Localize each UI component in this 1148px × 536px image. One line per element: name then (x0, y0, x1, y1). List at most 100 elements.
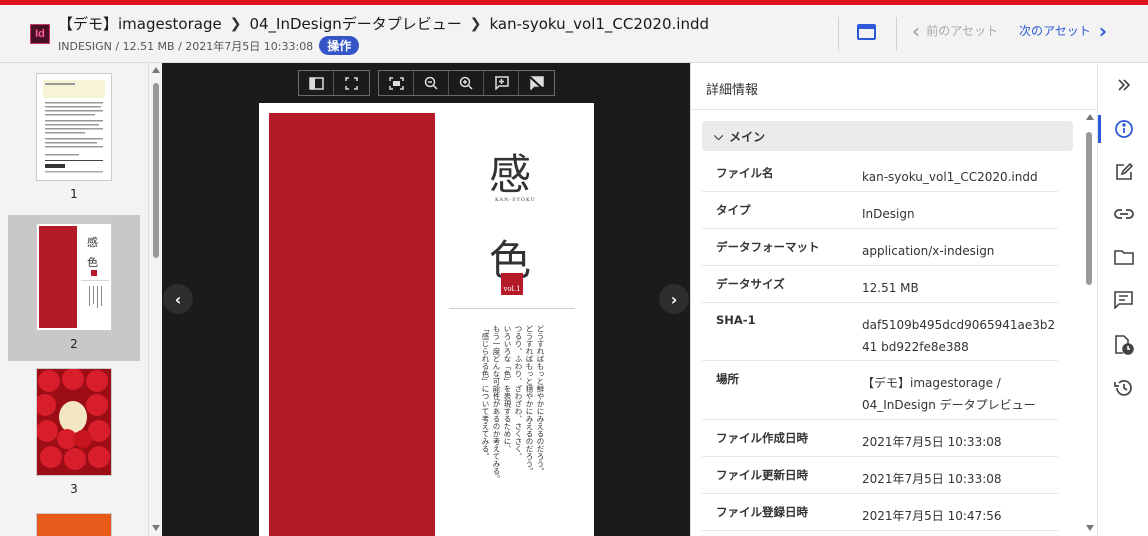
cover-subtitle: KAN-SYOKU (495, 197, 536, 203)
breadcrumb: 【デモ】imagestorage ❯ 04_InDesignデータプレビュー ❯… (58, 13, 709, 34)
next-page-button[interactable]: › (659, 284, 689, 314)
section-title: メイン (729, 129, 766, 144)
details-scrollbar[interactable] (1083, 110, 1097, 536)
sidebar-toggle-icon[interactable] (299, 71, 334, 95)
scrollbar-thumb[interactable] (153, 83, 159, 258)
detail-key: データサイズ (716, 277, 785, 291)
detail-row: データサイズ 12.51 MB (702, 266, 1058, 303)
detail-row: SHA-1 daf5109b495dcd9065941ae3b241 bd922… (702, 303, 1058, 361)
page-thumbnail-4[interactable] (8, 513, 140, 536)
vertical-text-line: つるり、ふわり、ざわざわ、さくさく、 (514, 325, 523, 460)
indesign-file-icon: Id (30, 24, 50, 44)
info-icon[interactable] (1098, 115, 1148, 143)
history-icon[interactable] (1098, 374, 1148, 402)
toolbar-group-view (298, 70, 370, 96)
detail-row: 場所 【デモ】imagestorage / 04_InDesign データプレビ… (702, 361, 1058, 420)
detail-row: ファイル登録日時 2021年7月5日 10:47:56 (702, 494, 1058, 531)
detail-key: ファイル名 (716, 166, 774, 180)
link-icon[interactable] (1098, 200, 1148, 228)
details-panel: 詳細情報 ⌵ メイン ファイル名 kan-syoku_vol1_CC2020.i… (690, 63, 1097, 536)
page-thumbnail-1[interactable]: 1 (8, 73, 140, 213)
zoom-out-icon[interactable] (414, 71, 449, 95)
vertical-text-line: 「感じられる色」について考えてみる。 (481, 325, 490, 460)
detail-row: ファイル名 kan-syoku_vol1_CC2020.indd (702, 155, 1058, 192)
apples-image (34, 368, 111, 475)
fit-page-icon[interactable] (379, 71, 414, 95)
detail-key: 場所 (716, 372, 739, 386)
detail-key: SHA-1 (716, 313, 756, 327)
panel-layout-icon[interactable] (857, 24, 876, 40)
folder-icon[interactable] (1098, 243, 1148, 271)
chevron-left-icon: ‹ (912, 18, 921, 43)
comment-icon[interactable] (1098, 286, 1148, 314)
viewer-toolbar (298, 70, 555, 96)
thumbnail-scrollbar[interactable] (148, 63, 162, 536)
volume-badge: vol.1 (501, 273, 523, 295)
cover-kanji-top: 感 (489, 150, 532, 199)
svg-text:感: 感 (87, 236, 98, 249)
add-comment-icon[interactable] (484, 71, 519, 95)
detail-row: データフォーマット application/x-indesign (702, 229, 1058, 266)
scroll-down-icon[interactable] (152, 525, 160, 531)
cover-page-preview: 感 色 (39, 226, 109, 328)
chevron-right-icon: › (670, 289, 678, 309)
red-block (269, 113, 435, 536)
section-main-toggle[interactable]: ⌵ メイン (702, 121, 1073, 151)
toolbar-group-zoom (378, 70, 555, 96)
detail-key: タイプ (716, 203, 751, 217)
detail-key: ファイル更新日時 (716, 468, 808, 482)
next-asset-button[interactable]: 次のアセット › (1019, 18, 1108, 43)
prev-asset-label: 前のアセット (926, 24, 999, 38)
asset-meta-text: INDESIGN / 12.51 MB / 2021年7月5日 10:33:08 (58, 39, 314, 53)
page-number: 2 (70, 337, 78, 351)
divider (691, 109, 1097, 110)
detail-value: kan-syoku_vol1_CC2020.indd (862, 170, 1038, 184)
detail-row: タイプ InDesign (702, 192, 1058, 229)
breadcrumb-folder[interactable]: 04_InDesignデータプレビュー (249, 13, 461, 34)
vertical-text-line: もう一度どんな可能性があるのか考えてみる。 (492, 325, 501, 483)
collapse-panel-icon[interactable] (1098, 71, 1148, 99)
scroll-down-icon[interactable] (1086, 525, 1094, 531)
chevron-left-icon: ‹ (174, 289, 182, 309)
page-number: 3 (70, 482, 78, 496)
divider (896, 17, 897, 51)
zoom-in-icon[interactable] (449, 71, 484, 95)
detail-value: InDesign (862, 207, 915, 221)
document-page: 感 KAN-SYOKU 色 vol.1 どうすればもっと鮮やかにみえるのだろう。… (259, 103, 594, 536)
page-thumbnail-image (36, 513, 112, 536)
divider (449, 308, 575, 309)
page-number: 1 (70, 187, 78, 201)
detail-row: ファイル作成日時 2021年7月5日 10:33:08 (702, 420, 1058, 457)
details-title: 詳細情報 (706, 83, 759, 98)
detail-value: daf5109b495dcd9065941ae3b241 bd922fe8e38… (862, 318, 1056, 354)
scroll-up-icon[interactable] (1086, 114, 1094, 120)
previous-page-button[interactable]: ‹ (163, 284, 193, 314)
edit-icon[interactable] (1098, 158, 1148, 186)
fullscreen-icon[interactable] (334, 71, 369, 95)
page-thumbnail-list: 1 感 色 2 3 (0, 63, 148, 536)
page-thumbnail-2[interactable]: 感 色 2 (8, 215, 140, 361)
page-thumbnail-image (36, 73, 112, 181)
scroll-up-icon[interactable] (152, 67, 160, 73)
hide-comments-icon[interactable] (519, 71, 554, 95)
prev-asset-button[interactable]: ‹ 前のアセット (912, 18, 999, 43)
operations-button[interactable]: 操作 (319, 36, 360, 55)
detail-value: 12.51 MB (862, 281, 919, 295)
chevron-right-icon: ❯ (469, 15, 482, 32)
asset-header: Id 【デモ】imagestorage ❯ 04_InDesignデータプレビュ… (0, 5, 1148, 63)
page-thumbnail-3[interactable]: 3 (8, 368, 140, 508)
scrollbar-thumb[interactable] (1086, 132, 1092, 285)
detail-value: 【デモ】imagestorage / 04_InDesign データプレビュー (862, 376, 1036, 412)
detail-value: 2021年7月5日 10:33:08 (862, 472, 1002, 486)
next-asset-label: 次のアセット (1019, 24, 1091, 38)
page-thumbnail-image (34, 368, 112, 476)
breadcrumb-storage[interactable]: 【デモ】imagestorage (58, 13, 222, 34)
text-page-preview (43, 80, 105, 173)
details-table: ファイル名 kan-syoku_vol1_CC2020.indd タイプ InD… (702, 155, 1058, 531)
detail-value: 2021年7月5日 10:33:08 (862, 435, 1002, 449)
file-history-icon[interactable] (1098, 331, 1148, 359)
detail-key: データフォーマット (716, 240, 820, 254)
breadcrumb-file: kan-syoku_vol1_CC2020.indd (489, 14, 710, 33)
chevron-right-icon: › (1098, 18, 1108, 43)
side-rail (1097, 63, 1148, 536)
